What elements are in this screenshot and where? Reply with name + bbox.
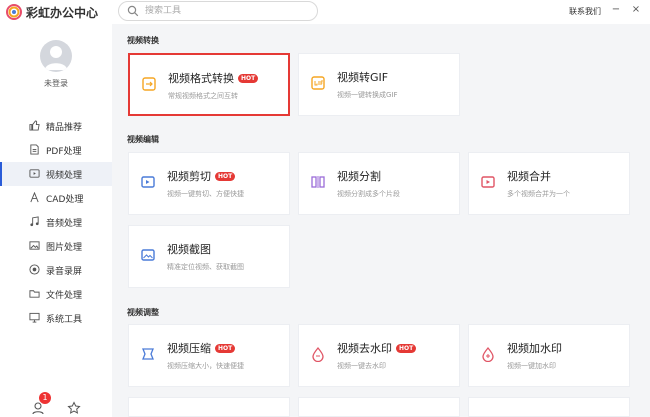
card-title: 视频分割: [337, 170, 381, 183]
card-title: 视频转GIF: [337, 71, 389, 84]
sidebar-item-record[interactable]: 录音录屏: [0, 258, 112, 282]
rainbow-logo-icon: [6, 4, 22, 20]
title-bar: 彩虹办公中心 联系我们 − ×: [0, 0, 650, 24]
video-compress-icon: [142, 348, 154, 360]
section-title-video-adjust: 视频调整: [127, 308, 159, 317]
card-video-screenshot[interactable]: 视频截图 精准定位视频、获取截图: [128, 225, 290, 288]
hot-badge: HOT: [215, 344, 236, 353]
card-title: 视频加水印: [507, 342, 562, 355]
avatar[interactable]: [40, 40, 72, 72]
card-description: 视频一键加水印: [507, 362, 556, 370]
sidebar-item-label: 音频处理: [46, 219, 83, 229]
sidebar-item-featured[interactable]: 精品推荐: [0, 114, 112, 138]
user-icon: [45, 46, 67, 70]
close-button[interactable]: ×: [630, 4, 642, 16]
card-video-remove-watermark[interactable]: 视频去水印 HOT 视频一键去水印: [298, 324, 460, 387]
card-title: 视频格式转换: [168, 72, 234, 85]
card-description: 精准定位视频、获取截图: [167, 263, 244, 271]
search-input[interactable]: [145, 4, 310, 18]
sidebar-item-file[interactable]: 文件处理: [0, 282, 112, 306]
main-content: 视频转换 视频格式转换 HOT 常规视频格式之间互转 视频转GIF 视频一键转换成…: [112, 24, 650, 417]
card-video-merge[interactable]: 视频合并 多个视频合并为一个: [468, 152, 630, 215]
search-icon: [127, 5, 139, 17]
card-title: 视频压缩: [167, 342, 211, 355]
sidebar-item-label: PDF处理: [46, 147, 82, 157]
folder-icon: [29, 290, 40, 298]
sidebar-nav: 精品推荐 PDF处理 视频处理 CAD处理 音频处理 图片处理 录音录屏 文件处…: [0, 114, 112, 330]
notification-badge: 1: [39, 392, 51, 404]
sidebar-item-system[interactable]: 系统工具: [0, 306, 112, 330]
sidebar-item-label: 文件处理: [46, 291, 83, 301]
hot-badge: HOT: [215, 172, 236, 181]
section-title-video-convert: 视频转换: [127, 36, 159, 45]
sidebar-item-audio[interactable]: 音频处理: [0, 210, 112, 234]
hot-badge: HOT: [238, 74, 259, 83]
video-screenshot-icon: [141, 249, 155, 261]
card-description: 视频压缩大小，快速便捷: [167, 362, 244, 370]
cad-icon: [30, 192, 39, 203]
sidebar: 未登录 精品推荐 PDF处理 视频处理 CAD处理 音频处理 图片处理 录音录屏: [0, 24, 112, 417]
video-convert-icon: [142, 77, 156, 91]
sidebar-item-label: 精品推荐: [46, 123, 83, 133]
search-box[interactable]: [118, 1, 318, 21]
video-merge-icon: [481, 176, 495, 188]
card-description: 视频一键转换成GIF: [337, 91, 398, 99]
card-description: 视频一键去水印: [337, 362, 386, 370]
card-title: 视频剪切: [167, 170, 211, 183]
sidebar-item-label: 图片处理: [46, 243, 83, 253]
card-video-compress[interactable]: 视频压缩 HOT 视频压缩大小，快速便捷: [128, 324, 290, 387]
sidebar-item-label: CAD处理: [46, 195, 84, 205]
hot-badge: HOT: [396, 344, 417, 353]
card-description: 常规视频格式之间互转: [168, 92, 238, 100]
card-description: 多个视频合并为一个: [507, 190, 570, 198]
card-partial[interactable]: [298, 397, 460, 417]
card-partial[interactable]: [468, 397, 630, 417]
gif-icon: [311, 76, 325, 90]
contact-us-link[interactable]: 联系我们: [569, 6, 601, 17]
card-video-cut[interactable]: 视频剪切 HOT 视频一键剪切、方便快捷: [128, 152, 290, 215]
card-video-format-convert[interactable]: 视频格式转换 HOT 常规视频格式之间互转: [128, 53, 290, 116]
watermark-remove-icon: [312, 346, 324, 362]
sidebar-item-label: 视频处理: [46, 171, 83, 181]
section-title-video-edit: 视频编辑: [127, 135, 159, 144]
card-video-add-watermark[interactable]: 视频加水印 视频一键加水印: [468, 324, 630, 387]
app-title: 彩虹办公中心: [26, 6, 99, 20]
card-title: 视频截图: [167, 243, 211, 256]
sidebar-item-video[interactable]: 视频处理: [0, 162, 112, 186]
video-icon: [29, 169, 40, 178]
watermark-add-icon: [482, 346, 494, 362]
system-icon: [29, 312, 40, 323]
card-title: 视频合并: [507, 170, 551, 183]
sidebar-item-image[interactable]: 图片处理: [0, 234, 112, 258]
star-icon[interactable]: [67, 401, 81, 415]
card-video-to-gif[interactable]: 视频转GIF 视频一键转换成GIF: [298, 53, 460, 116]
sidebar-item-label: 系统工具: [46, 315, 83, 325]
video-cut-icon: [141, 176, 155, 188]
sidebar-item-cad[interactable]: CAD处理: [0, 186, 112, 210]
minimize-button[interactable]: −: [610, 4, 622, 16]
card-description: 视频分割成多个片段: [337, 190, 400, 198]
sidebar-item-pdf[interactable]: PDF处理: [0, 138, 112, 162]
pdf-icon: [30, 144, 39, 155]
card-video-split[interactable]: 视频分割 视频分割成多个片段: [298, 152, 460, 215]
music-icon: [30, 216, 39, 227]
image-icon: [29, 241, 40, 250]
card-title: 视频去水印: [337, 342, 392, 355]
login-status[interactable]: 未登录: [0, 78, 112, 89]
card-description: 视频一键剪切、方便快捷: [167, 190, 244, 198]
sidebar-item-label: 录音录屏: [46, 267, 83, 277]
record-icon: [29, 264, 40, 275]
thumbs-up-icon: [29, 120, 40, 131]
card-partial[interactable]: [128, 397, 290, 417]
video-split-icon: [311, 176, 325, 188]
